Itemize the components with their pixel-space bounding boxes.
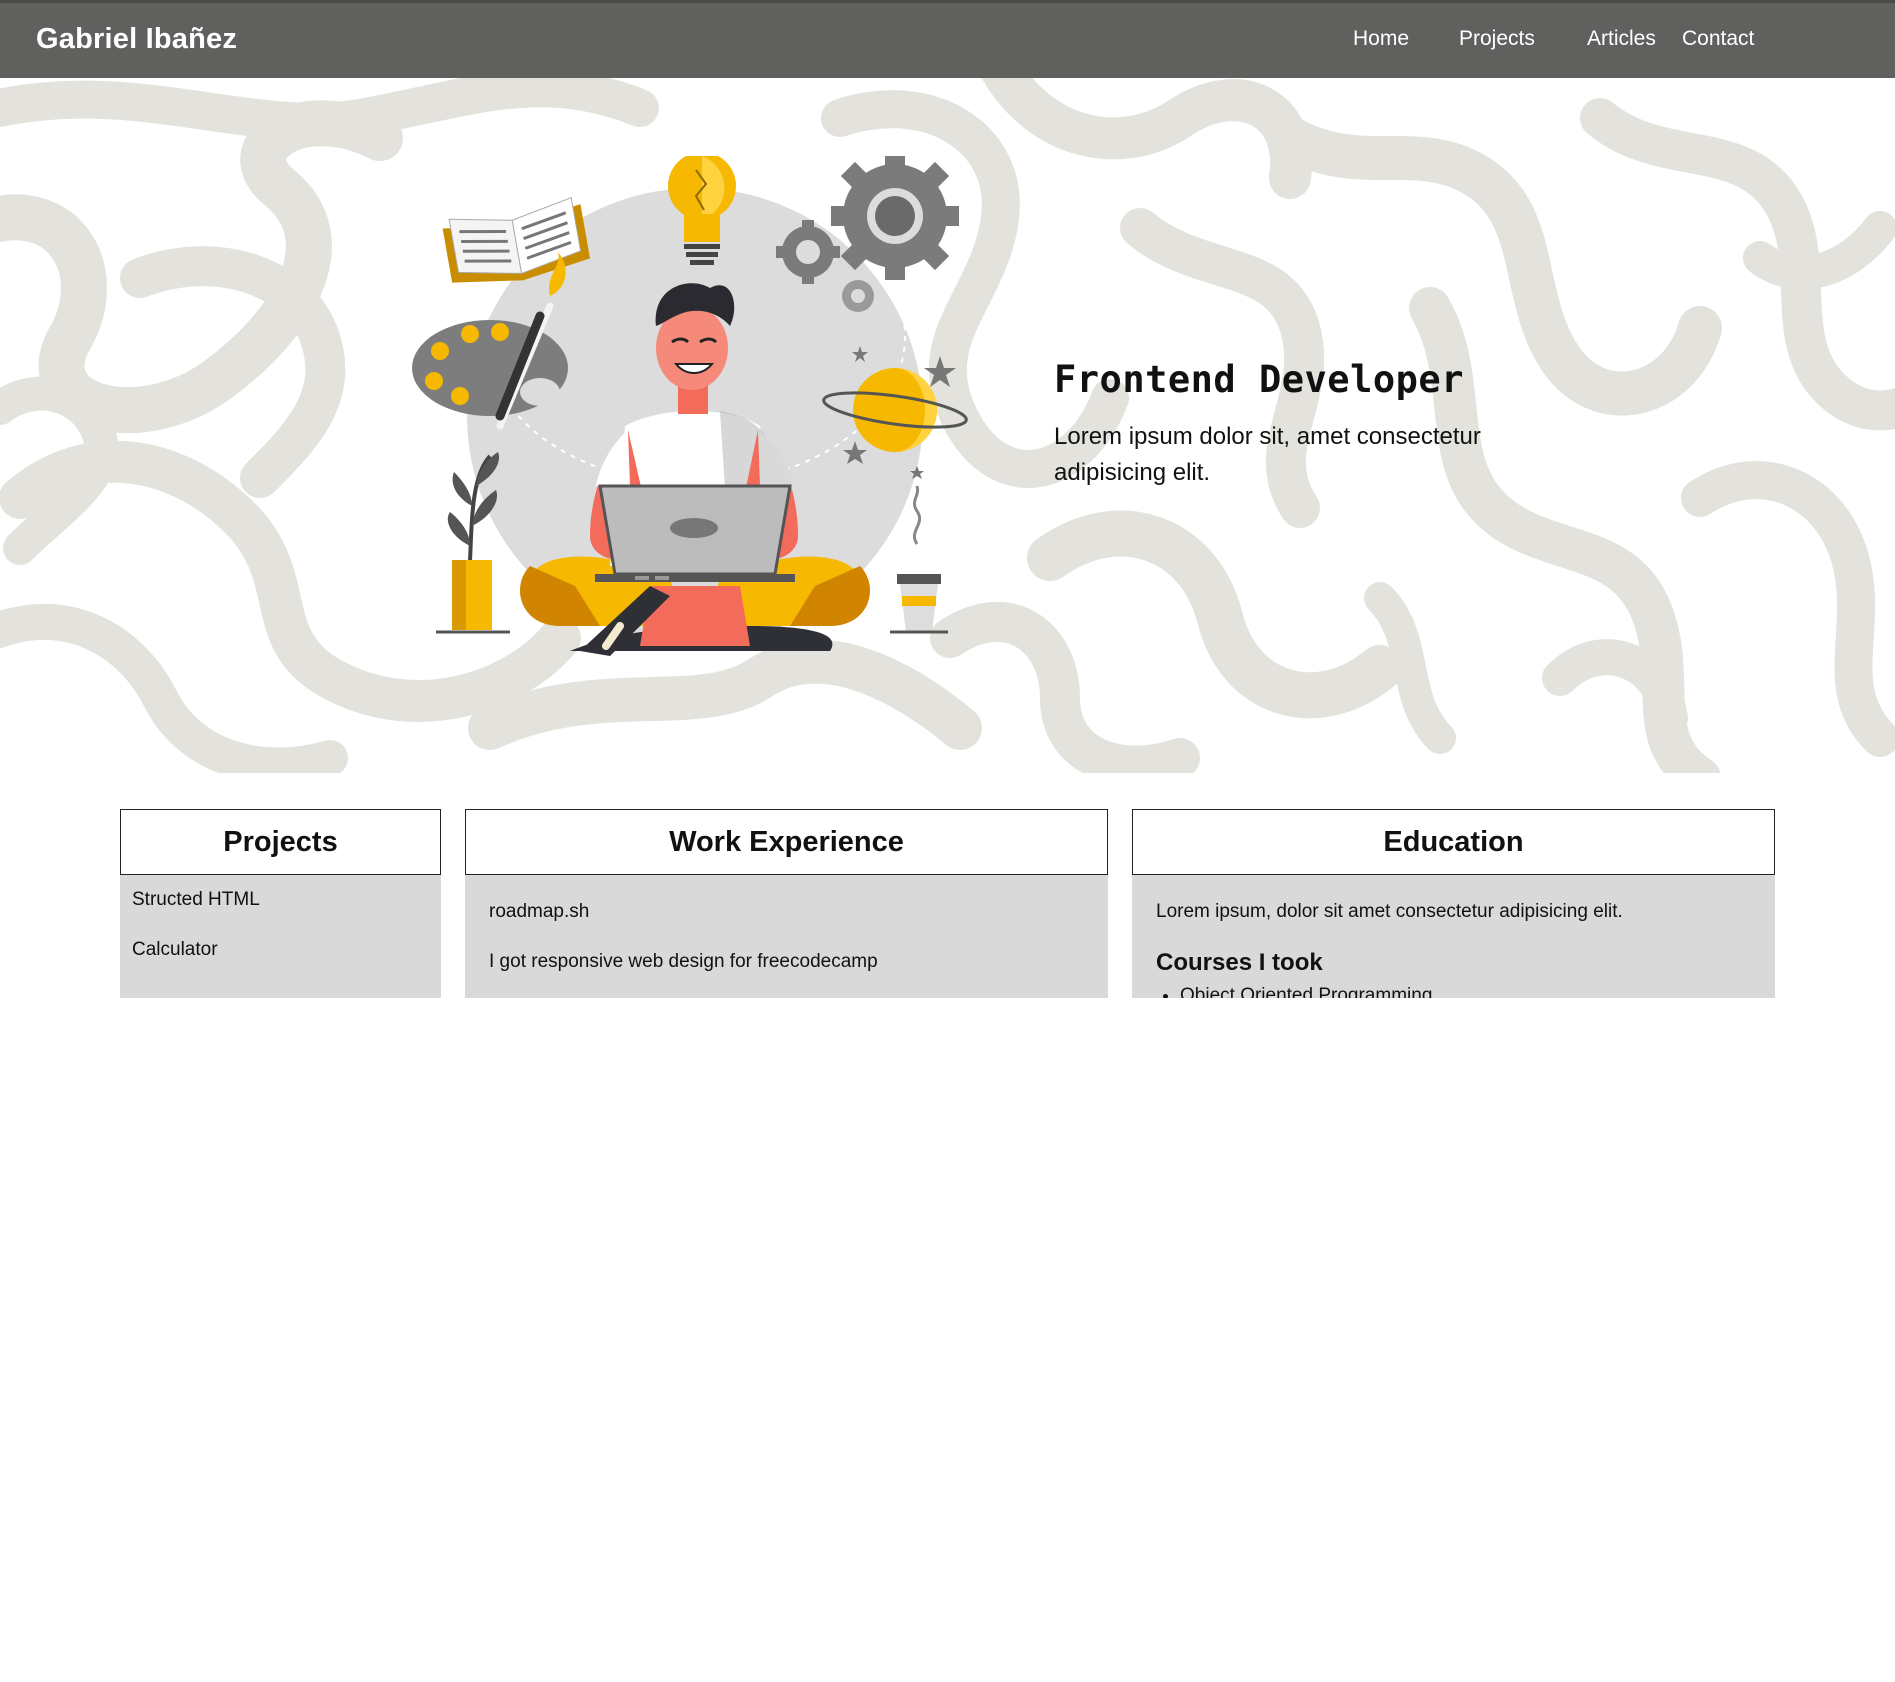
courses-list: Object Oriented Programming [1156,983,1751,998]
project-item-calculator[interactable]: Calculator [132,939,429,961]
education-card-title: Education [1132,809,1775,875]
brand-logo-text[interactable]: Gabriel Ibañez [36,23,237,56]
nav-link-projects[interactable]: Projects [1459,27,1535,51]
hero-subtitle: Lorem ipsum dolor sit, amet consectetur … [1054,423,1481,486]
projects-card-title: Projects [120,809,441,875]
developer-illustration [412,156,968,656]
projects-card-body: Structed HTML Calculator [120,875,441,961]
education-card: Education Lorem ipsum, dolor sit amet co… [1132,809,1775,998]
nav-link-home[interactable]: Home [1353,27,1409,51]
courses-heading: Courses I took [1156,949,1323,976]
nav-link-articles[interactable]: Articles [1587,27,1656,51]
project-item-structed-html[interactable]: Structed HTML [132,889,429,911]
top-navbar: Gabriel Ibañez Home Projects Articles Co… [0,0,1895,78]
work-item-roadmap: roadmap.sh [489,901,590,922]
hero-text-block: Frontend Developer Lorem ipsum dolor sit… [1054,358,1574,491]
nav-link-contact[interactable]: Contact [1682,27,1754,51]
education-text: Lorem ipsum, dolor sit amet consectetur … [1156,901,1623,922]
work-experience-card: Work Experience roadmap.sh I got respons… [465,809,1108,998]
main-nav: Home Projects Articles Contact [1295,27,1895,57]
education-card-body: Lorem ipsum, dolor sit amet consectetur … [1132,875,1775,998]
work-item-freecodecamp: I got responsive web design for freecode… [489,951,878,972]
hero-section: Frontend Developer Lorem ipsum dolor sit… [0,78,1895,773]
work-experience-card-body: roadmap.sh I got responsive web design f… [465,875,1108,973]
info-cards-section: Projects Structed HTML Calculator Work E… [0,773,1895,998]
laptop-icon [595,484,795,582]
work-experience-card-title: Work Experience [465,809,1108,875]
hero-title: Frontend Developer [1054,358,1464,401]
projects-card: Projects Structed HTML Calculator [120,809,441,998]
course-item: Object Oriented Programming [1180,983,1751,998]
